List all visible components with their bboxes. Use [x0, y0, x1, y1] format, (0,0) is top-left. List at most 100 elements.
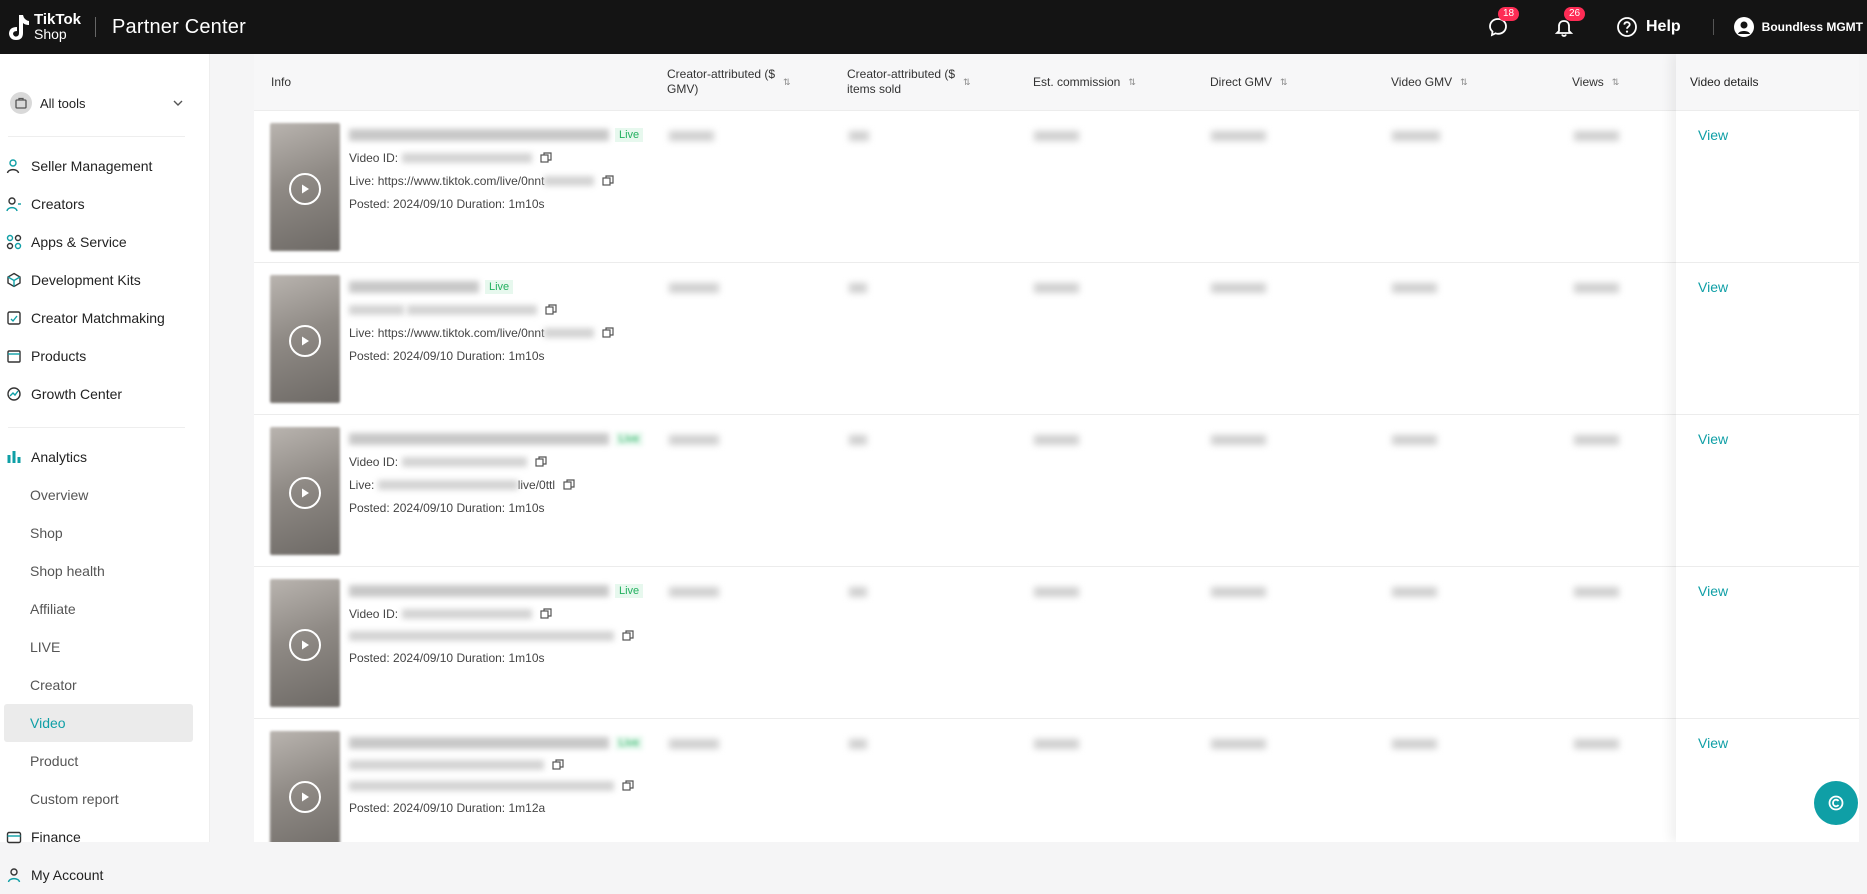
sort-icon[interactable]: ⇅: [1612, 75, 1620, 90]
copy-icon[interactable]: [563, 479, 575, 491]
live-url-redacted: [349, 630, 614, 641]
creator-gmv-redacted: [669, 131, 714, 141]
column-header-views[interactable]: Views ⇅: [1572, 54, 1619, 110]
copy-icon[interactable]: [552, 759, 564, 771]
sidebar-subitem-creator[interactable]: Creator: [0, 666, 209, 704]
live-url-redacted: [544, 327, 595, 338]
play-button[interactable]: [289, 173, 321, 205]
column-header-label: Direct GMV: [1210, 74, 1273, 89]
view-link[interactable]: View: [1698, 583, 1728, 599]
sort-icon[interactable]: ⇅: [963, 75, 971, 90]
posted-label: Posted:: [349, 500, 390, 515]
column-header-commission[interactable]: Est. commission ⇅: [1033, 54, 1136, 110]
view-link[interactable]: View: [1698, 735, 1728, 751]
view-link[interactable]: View: [1698, 127, 1728, 143]
duration-label: Duration:: [456, 348, 506, 363]
cube-icon: [7, 272, 21, 288]
copy-icon[interactable]: [534, 456, 547, 468]
column-header-items-sold[interactable]: Creator-attributed ($ items sold ⇅: [847, 54, 971, 110]
support-chat-button[interactable]: [1814, 781, 1858, 825]
live-url[interactable]: https://www.tiktok.com/live/0nnt: [378, 174, 545, 188]
user-icon: [6, 159, 20, 174]
column-header-direct-gmv[interactable]: Direct GMV ⇅: [1210, 54, 1288, 110]
live-url-redacted: [349, 780, 614, 791]
view-link[interactable]: View: [1698, 431, 1728, 447]
sidebar-item-creator-matchmaking[interactable]: Creator Matchmaking: [0, 299, 209, 337]
posted-date: 2024/09/10: [393, 348, 454, 363]
column-header-label: Est. commission: [1033, 74, 1121, 89]
column-header-label: Views: [1572, 74, 1604, 89]
sidebar-subitem-live[interactable]: LIVE: [0, 628, 209, 666]
column-header-creator-gmv[interactable]: Creator-attributed ($ GMV) ⇅: [667, 54, 791, 110]
video-id-redacted: [401, 608, 532, 619]
sidebar-subitem-overview[interactable]: Overview: [0, 476, 209, 514]
duration-value: 1m10s: [508, 500, 545, 515]
notifications-button[interactable]: 26: [1550, 7, 1586, 41]
sidebar-item-analytics[interactable]: Analytics: [0, 438, 209, 476]
live-url[interactable]: https://www.tiktok.com/live/0nnt: [378, 326, 545, 340]
copy-icon[interactable]: [622, 630, 634, 642]
account-menu[interactable]: Boundless MGMT: [1733, 17, 1863, 37]
messages-button[interactable]: 18: [1484, 7, 1520, 41]
creator-gmv-redacted: [669, 435, 719, 445]
duration-value: 1m10s: [508, 650, 545, 665]
sidebar-subitem-affiliate[interactable]: Affiliate: [0, 590, 209, 628]
live-url[interactable]: live/0ttl: [518, 478, 555, 492]
items-sold-redacted: [849, 587, 867, 597]
tiktok-shop-logo[interactable]: TikTok Shop: [6, 0, 81, 54]
duration-label: Duration:: [456, 196, 506, 211]
box-icon: [7, 350, 21, 363]
sidebar-item-my-account[interactable]: My Account: [0, 856, 209, 894]
user-divider: [1712, 19, 1714, 35]
matchmaking-icon: [7, 311, 21, 325]
sidebar-subitem-product[interactable]: Product: [0, 742, 209, 780]
play-icon: [302, 336, 309, 346]
sidebar-item-label: Creator Matchmaking: [31, 310, 165, 326]
copy-icon[interactable]: [539, 608, 552, 620]
play-button[interactable]: [289, 781, 321, 813]
notifications-badge: 26: [1563, 7, 1586, 21]
video-details-column: Video details View View View View View: [1676, 54, 1859, 842]
sidebar-item-seller-management[interactable]: Seller Management: [0, 147, 209, 185]
sort-icon[interactable]: ⇅: [1128, 75, 1136, 90]
copy-icon[interactable]: [602, 327, 615, 339]
title-divider: [94, 17, 96, 37]
table-row: Live Video ID: Live: live/0ttl Posted: 2…: [254, 414, 1859, 566]
sidebar-item-development-kits[interactable]: Development Kits: [0, 261, 209, 299]
table-row: Live Posted: 2024/09/10 Duration: 1m12a: [254, 718, 1859, 842]
view-link[interactable]: View: [1698, 279, 1728, 295]
all-tools-dropdown[interactable]: All tools: [6, 84, 203, 122]
sidebar-subitem-shop-health[interactable]: Shop health: [0, 552, 209, 590]
sidebar-subitem-shop[interactable]: Shop: [0, 514, 209, 552]
sidebar-item-apps-service[interactable]: Apps & Service: [0, 223, 209, 261]
column-header-label: Video GMV: [1391, 74, 1453, 89]
support-icon: [1828, 795, 1844, 811]
creator-gmv-redacted: [669, 739, 719, 749]
duration-value: 1m12a: [508, 800, 546, 815]
sidebar-subitem-custom-report[interactable]: Custom report: [0, 780, 209, 818]
sidebar-subitem-video[interactable]: Video: [4, 704, 193, 742]
sidebar-item-products[interactable]: Products: [0, 337, 209, 375]
sidebar-item-growth-center[interactable]: Growth Center: [0, 375, 209, 413]
sort-icon[interactable]: ⇅: [1280, 75, 1288, 90]
play-button[interactable]: [289, 629, 321, 661]
live-tag: Live: [615, 583, 644, 598]
column-header-video-gmv[interactable]: Video GMV ⇅: [1391, 54, 1468, 110]
video-id-label: Video ID:: [349, 454, 399, 469]
play-button[interactable]: [289, 325, 321, 357]
copy-icon[interactable]: [622, 780, 634, 792]
wallet-icon: [6, 831, 22, 844]
direct-gmv-redacted: [1211, 283, 1266, 293]
play-button[interactable]: [289, 477, 321, 509]
items-sold-redacted: [849, 739, 867, 749]
copy-icon[interactable]: [602, 175, 615, 187]
sort-icon[interactable]: ⇅: [783, 75, 791, 90]
live-tag: Live: [615, 431, 644, 446]
sidebar-item-finance[interactable]: Finance: [0, 818, 209, 856]
sidebar-item-creators[interactable]: Creators: [0, 185, 209, 223]
sort-icon[interactable]: ⇅: [1460, 75, 1468, 90]
copy-icon[interactable]: [539, 152, 552, 164]
app-title: Partner Center: [111, 15, 246, 38]
help-button[interactable]: Help: [1616, 16, 1681, 38]
copy-icon[interactable]: [545, 304, 557, 316]
